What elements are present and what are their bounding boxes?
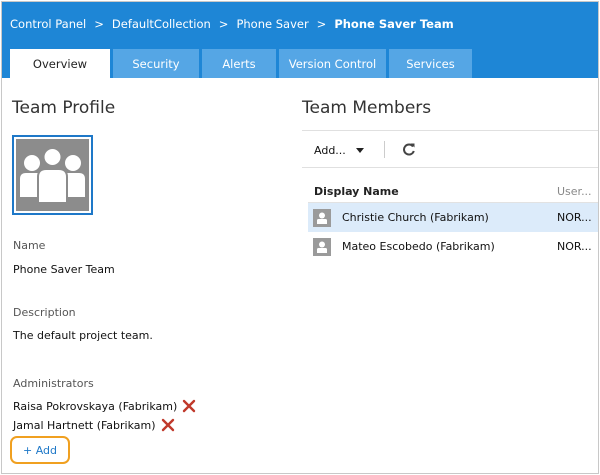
tab-alerts[interactable]: Alerts: [202, 49, 276, 78]
team-name-value: Phone Saver Team: [13, 263, 115, 276]
member-display-name: Christie Church (Fabrikam): [342, 211, 489, 224]
add-member-dropdown[interactable]: Add...: [314, 143, 364, 157]
breadcrumb-control-panel[interactable]: Control Panel: [10, 17, 86, 31]
members-grid: Display Name User... Christie Church (Fa…: [308, 179, 598, 261]
member-display-name: Mateo Escobedo (Fabrikam): [342, 240, 495, 253]
team-admin-page: Control Panel > DefaultCollection > Phon…: [1, 1, 599, 474]
user-avatar-icon: [313, 238, 331, 256]
team-members-heading: Team Members: [302, 98, 432, 118]
tab-version-control[interactable]: Version Control: [279, 49, 386, 78]
breadcrumb-team: Phone Saver Team: [334, 17, 454, 31]
member-row[interactable]: Mateo Escobedo (Fabrikam) NOR...: [308, 232, 598, 261]
user-avatar-icon: [313, 209, 331, 227]
administrator-item: Jamal Hartnett (Fabrikam): [13, 418, 175, 432]
breadcrumb-separator: >: [94, 17, 104, 31]
member-row[interactable]: Christie Church (Fabrikam) NOR...: [308, 203, 598, 232]
column-header-display-name[interactable]: Display Name: [314, 185, 399, 198]
team-description-value: The default project team.: [13, 329, 153, 342]
team-profile-heading: Team Profile: [12, 98, 116, 118]
refresh-icon[interactable]: [402, 142, 416, 156]
administrator-item: Raisa Pokrovskaya (Fabrikam): [13, 399, 196, 413]
breadcrumb-collection[interactable]: DefaultCollection: [112, 17, 211, 31]
members-toolbar: Add...: [302, 130, 598, 168]
toolbar-divider: [384, 141, 385, 158]
breadcrumb-separator: >: [218, 17, 229, 31]
grid-header: Display Name User...: [308, 179, 598, 203]
description-label: Description: [13, 306, 76, 319]
administrator-name: Raisa Pokrovskaya (Fabrikam): [13, 399, 178, 413]
tab-services[interactable]: Services: [389, 49, 472, 78]
remove-x-icon[interactable]: [161, 418, 175, 432]
chevron-down-icon: [355, 147, 364, 153]
add-administrator-button[interactable]: + Add: [10, 436, 70, 464]
tab-security[interactable]: Security: [113, 49, 199, 78]
tab-bar: Overview Security Alerts Version Control…: [10, 49, 475, 78]
add-member-label: Add...: [314, 143, 346, 157]
column-header-username[interactable]: User...: [557, 185, 592, 198]
team-group-icon: [16, 139, 89, 211]
team-avatar[interactable]: [12, 135, 93, 215]
breadcrumb: Control Panel > DefaultCollection > Phon…: [10, 16, 454, 32]
tab-overview[interactable]: Overview: [10, 49, 110, 78]
remove-x-icon[interactable]: [182, 399, 196, 413]
breadcrumb-project[interactable]: Phone Saver: [236, 17, 308, 31]
member-username: NOR...: [557, 240, 592, 253]
name-label: Name: [13, 239, 46, 252]
administrator-name: Jamal Hartnett (Fabrikam): [13, 418, 156, 432]
member-username: NOR...: [557, 211, 592, 224]
breadcrumb-separator: >: [316, 17, 327, 31]
administrators-label: Administrators: [13, 377, 94, 390]
header-bar: Control Panel > DefaultCollection > Phon…: [2, 2, 598, 78]
